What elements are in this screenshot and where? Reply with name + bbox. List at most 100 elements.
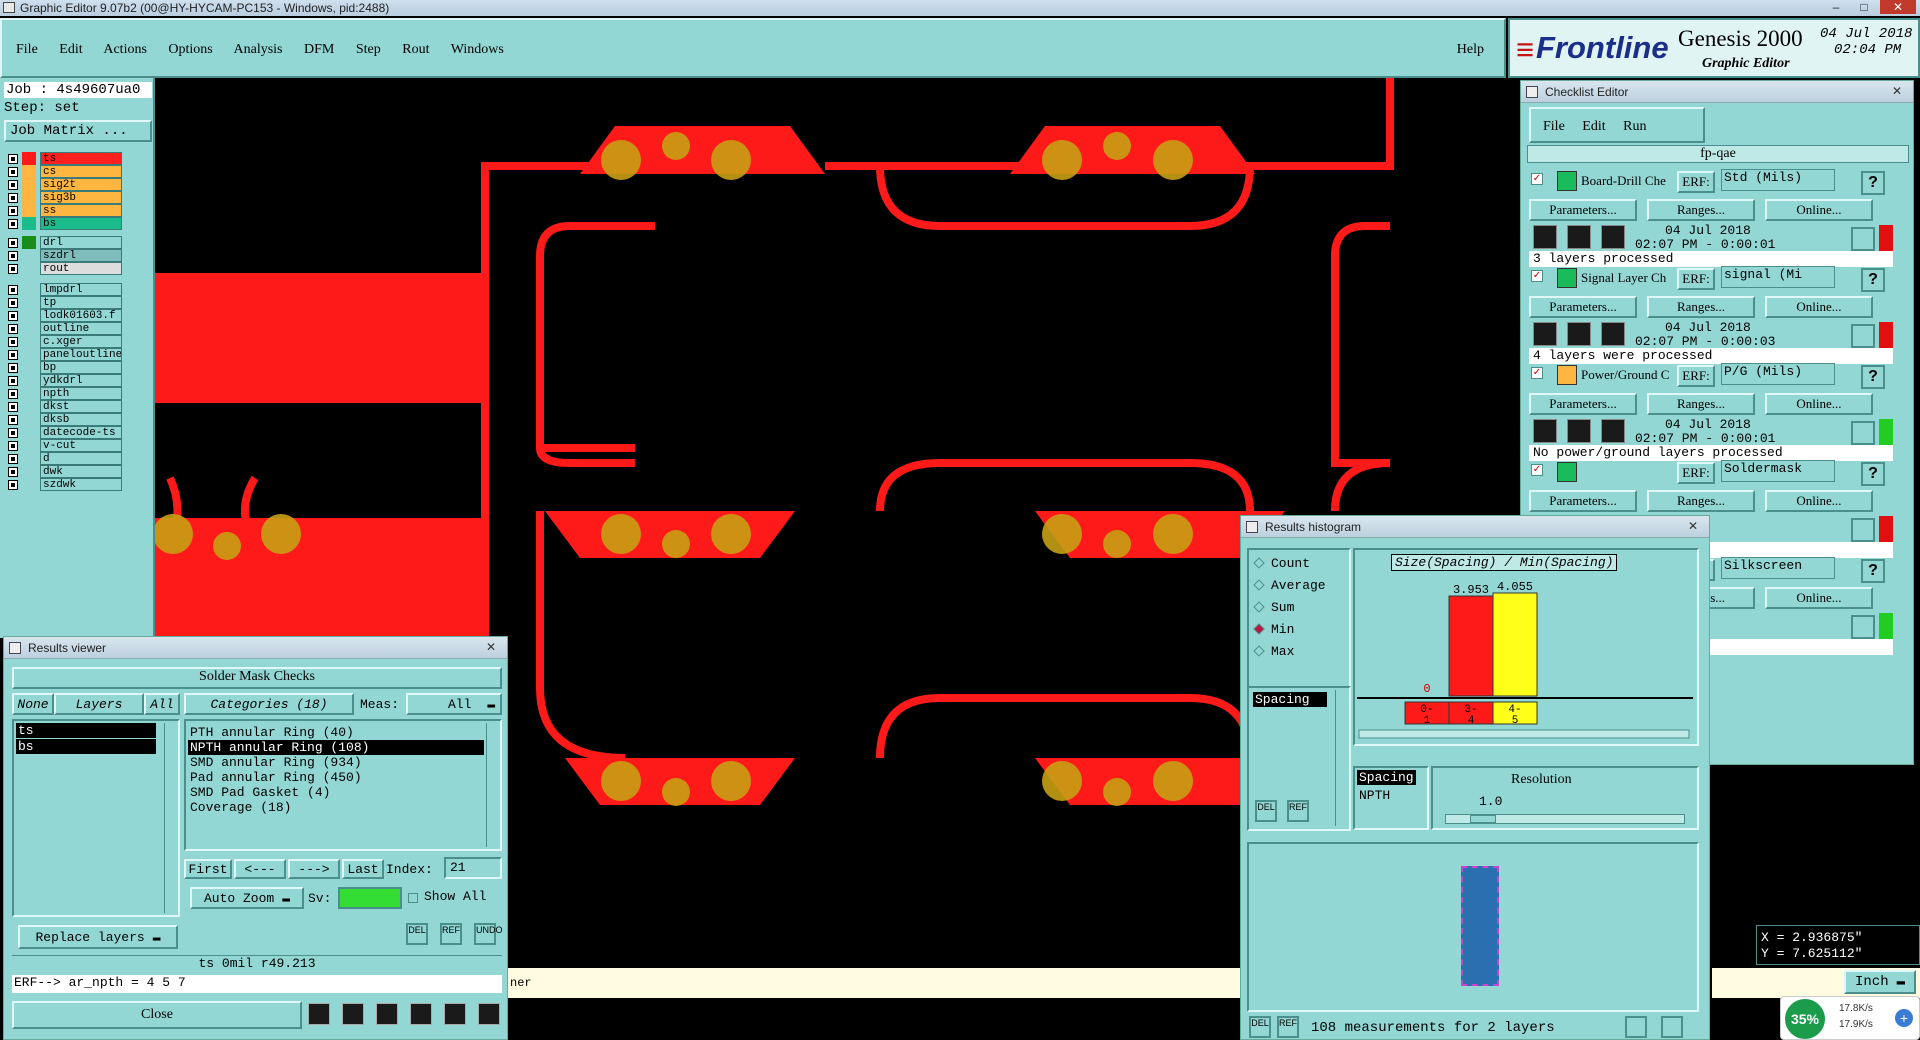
layer-row-bs[interactable]: bs — [6, 217, 122, 230]
meas-select[interactable]: All ▬ — [406, 693, 502, 715]
layer-checkbox[interactable] — [8, 415, 18, 425]
menu-edit[interactable]: Edit — [59, 42, 82, 57]
layer-row-datecode-ts[interactable]: datecode-ts — [6, 426, 122, 439]
layer-checkbox[interactable] — [8, 206, 18, 216]
layer-row-d[interactable]: d — [6, 452, 122, 465]
zoom-icon[interactable] — [1851, 324, 1875, 348]
run-icon[interactable] — [1567, 322, 1591, 346]
erf-button[interactable]: ERF: — [1677, 462, 1715, 484]
layer-checkbox[interactable] — [8, 193, 18, 203]
help-icon[interactable]: ? — [1861, 559, 1885, 583]
ranges-button[interactable]: Ranges... — [1647, 296, 1755, 318]
run-icon[interactable] — [1567, 419, 1591, 443]
zoom-icon[interactable] — [1851, 421, 1875, 445]
layer-list-scrollbar[interactable] — [164, 723, 176, 913]
layer-row-rout[interactable]: rout — [6, 262, 122, 275]
layer-checkbox[interactable] — [8, 454, 18, 464]
help-icon[interactable]: ? — [1861, 365, 1885, 389]
next-button[interactable]: ---> — [288, 859, 340, 879]
layer-checkbox[interactable] — [8, 264, 18, 274]
erf-button[interactable]: ERF: — [1677, 171, 1715, 193]
layer-row-dksb[interactable]: dksb — [6, 413, 122, 426]
category-item[interactable]: SMD Pad Gasket (4) — [188, 785, 484, 800]
action-select-checkbox[interactable]: ✓ — [1531, 173, 1543, 185]
zoom-icon[interactable] — [1851, 615, 1875, 639]
help-icon[interactable]: ? — [1861, 171, 1885, 195]
erf-value[interactable]: P/G (Mils) — [1721, 363, 1835, 385]
online-button[interactable]: Online... — [1765, 296, 1873, 318]
tool-icon[interactable] — [376, 1003, 398, 1025]
run-icon[interactable] — [1601, 322, 1625, 346]
layer-checkbox[interactable] — [8, 376, 18, 386]
layer-checkbox[interactable] — [8, 180, 18, 190]
layer-row-outline[interactable]: outline — [6, 322, 122, 335]
menu-rout[interactable]: Rout — [402, 42, 429, 57]
chart-icon[interactable] — [478, 1003, 500, 1025]
erf-value[interactable]: Silkscreen — [1721, 557, 1835, 579]
erf-value[interactable]: Soldermask — [1721, 460, 1835, 482]
spacing-item-npth[interactable]: NPTH — [1357, 788, 1392, 803]
run-icon[interactable] — [1567, 225, 1591, 249]
help-icon[interactable]: ? — [1861, 268, 1885, 292]
index-input[interactable]: 21 — [444, 857, 502, 879]
slider-handle[interactable] — [1470, 815, 1496, 823]
close-button[interactable]: Close — [12, 1001, 302, 1029]
category-item[interactable]: PTH annular Ring (40) — [188, 725, 484, 740]
all-layers-button[interactable]: All — [144, 693, 180, 715]
chart-icon[interactable] — [1661, 1016, 1683, 1038]
menu-file[interactable]: File — [16, 42, 38, 57]
layer-checkbox[interactable] — [8, 311, 18, 321]
help-icon[interactable]: ? — [1861, 462, 1885, 486]
list-scrollbar[interactable] — [1335, 690, 1347, 826]
zoom-icon[interactable] — [1851, 518, 1875, 542]
layer-row-drl[interactable]: drl — [6, 236, 122, 249]
show-all-checkbox[interactable] — [408, 893, 418, 903]
mode-option-count[interactable]: Count — [1253, 556, 1310, 574]
layer-checkbox[interactable] — [8, 441, 18, 451]
menu-step[interactable]: Step — [356, 42, 381, 57]
layer-checkbox[interactable] — [8, 154, 18, 164]
layer-row-c-xger[interactable]: c.xger — [6, 335, 122, 348]
mode-option-max[interactable]: Max — [1253, 644, 1294, 662]
spacing-item-selected[interactable]: Spacing — [1357, 770, 1416, 785]
layer-checkbox[interactable] — [8, 428, 18, 438]
close-icon[interactable]: ✕ — [1887, 84, 1907, 100]
refresh-icon[interactable]: REF — [1287, 800, 1309, 822]
checklist-menu-file[interactable]: File — [1543, 119, 1565, 134]
erf-button[interactable]: ERF: — [1677, 268, 1715, 290]
menu-actions[interactable]: Actions — [103, 42, 147, 57]
layer-row-ts[interactable]: ts — [6, 152, 122, 165]
refresh-icon[interactable]: REF — [1277, 1016, 1299, 1038]
mode-option-sum[interactable]: Sum — [1253, 600, 1294, 618]
checklist-menu-edit[interactable]: Edit — [1582, 119, 1605, 134]
run-icon[interactable] — [1601, 419, 1625, 443]
erf-value[interactable]: Std (Mils) — [1721, 169, 1835, 191]
close-icon[interactable]: ✕ — [1683, 519, 1703, 535]
layer-row-v-cut[interactable]: v-cut — [6, 439, 122, 452]
none-button[interactable]: None — [12, 693, 54, 715]
layer-row-paneloutline[interactable]: paneloutline — [6, 348, 122, 361]
layer-checkbox[interactable] — [8, 363, 18, 373]
resolution-slider[interactable] — [1445, 814, 1685, 824]
category-item[interactable]: NPTH annular Ring (108) — [188, 740, 484, 755]
histogram-list-selected[interactable]: Spacing — [1253, 692, 1327, 707]
delete-icon[interactable]: DEL — [406, 923, 428, 945]
run-icon[interactable] — [1533, 419, 1557, 443]
online-button[interactable]: Online... — [1765, 587, 1873, 609]
checklist-menu-run[interactable]: Run — [1623, 119, 1646, 134]
job-matrix-button[interactable]: Job Matrix ... — [4, 120, 152, 142]
run-icon[interactable] — [1601, 225, 1625, 249]
layer-checkbox[interactable] — [8, 298, 18, 308]
erf-value[interactable]: signal (Mi — [1721, 266, 1835, 288]
add-icon[interactable]: + — [1895, 1009, 1913, 1027]
layer-row-tp[interactable]: tp — [6, 296, 122, 309]
layers-button[interactable]: Layers — [54, 693, 144, 715]
histogram-scrollbar[interactable] — [1358, 729, 1690, 739]
last-button[interactable]: Last — [342, 859, 384, 879]
replace-layers-select[interactable]: Replace layers ▬ — [18, 925, 178, 949]
layer-checkbox[interactable] — [8, 238, 18, 248]
refresh-icon[interactable]: REF — [440, 923, 462, 945]
auto-zoom-select[interactable]: Auto Zoom ▬ — [190, 887, 304, 909]
sv-color-select[interactable] — [338, 887, 402, 909]
layer-row-cs[interactable]: cs — [6, 165, 122, 178]
